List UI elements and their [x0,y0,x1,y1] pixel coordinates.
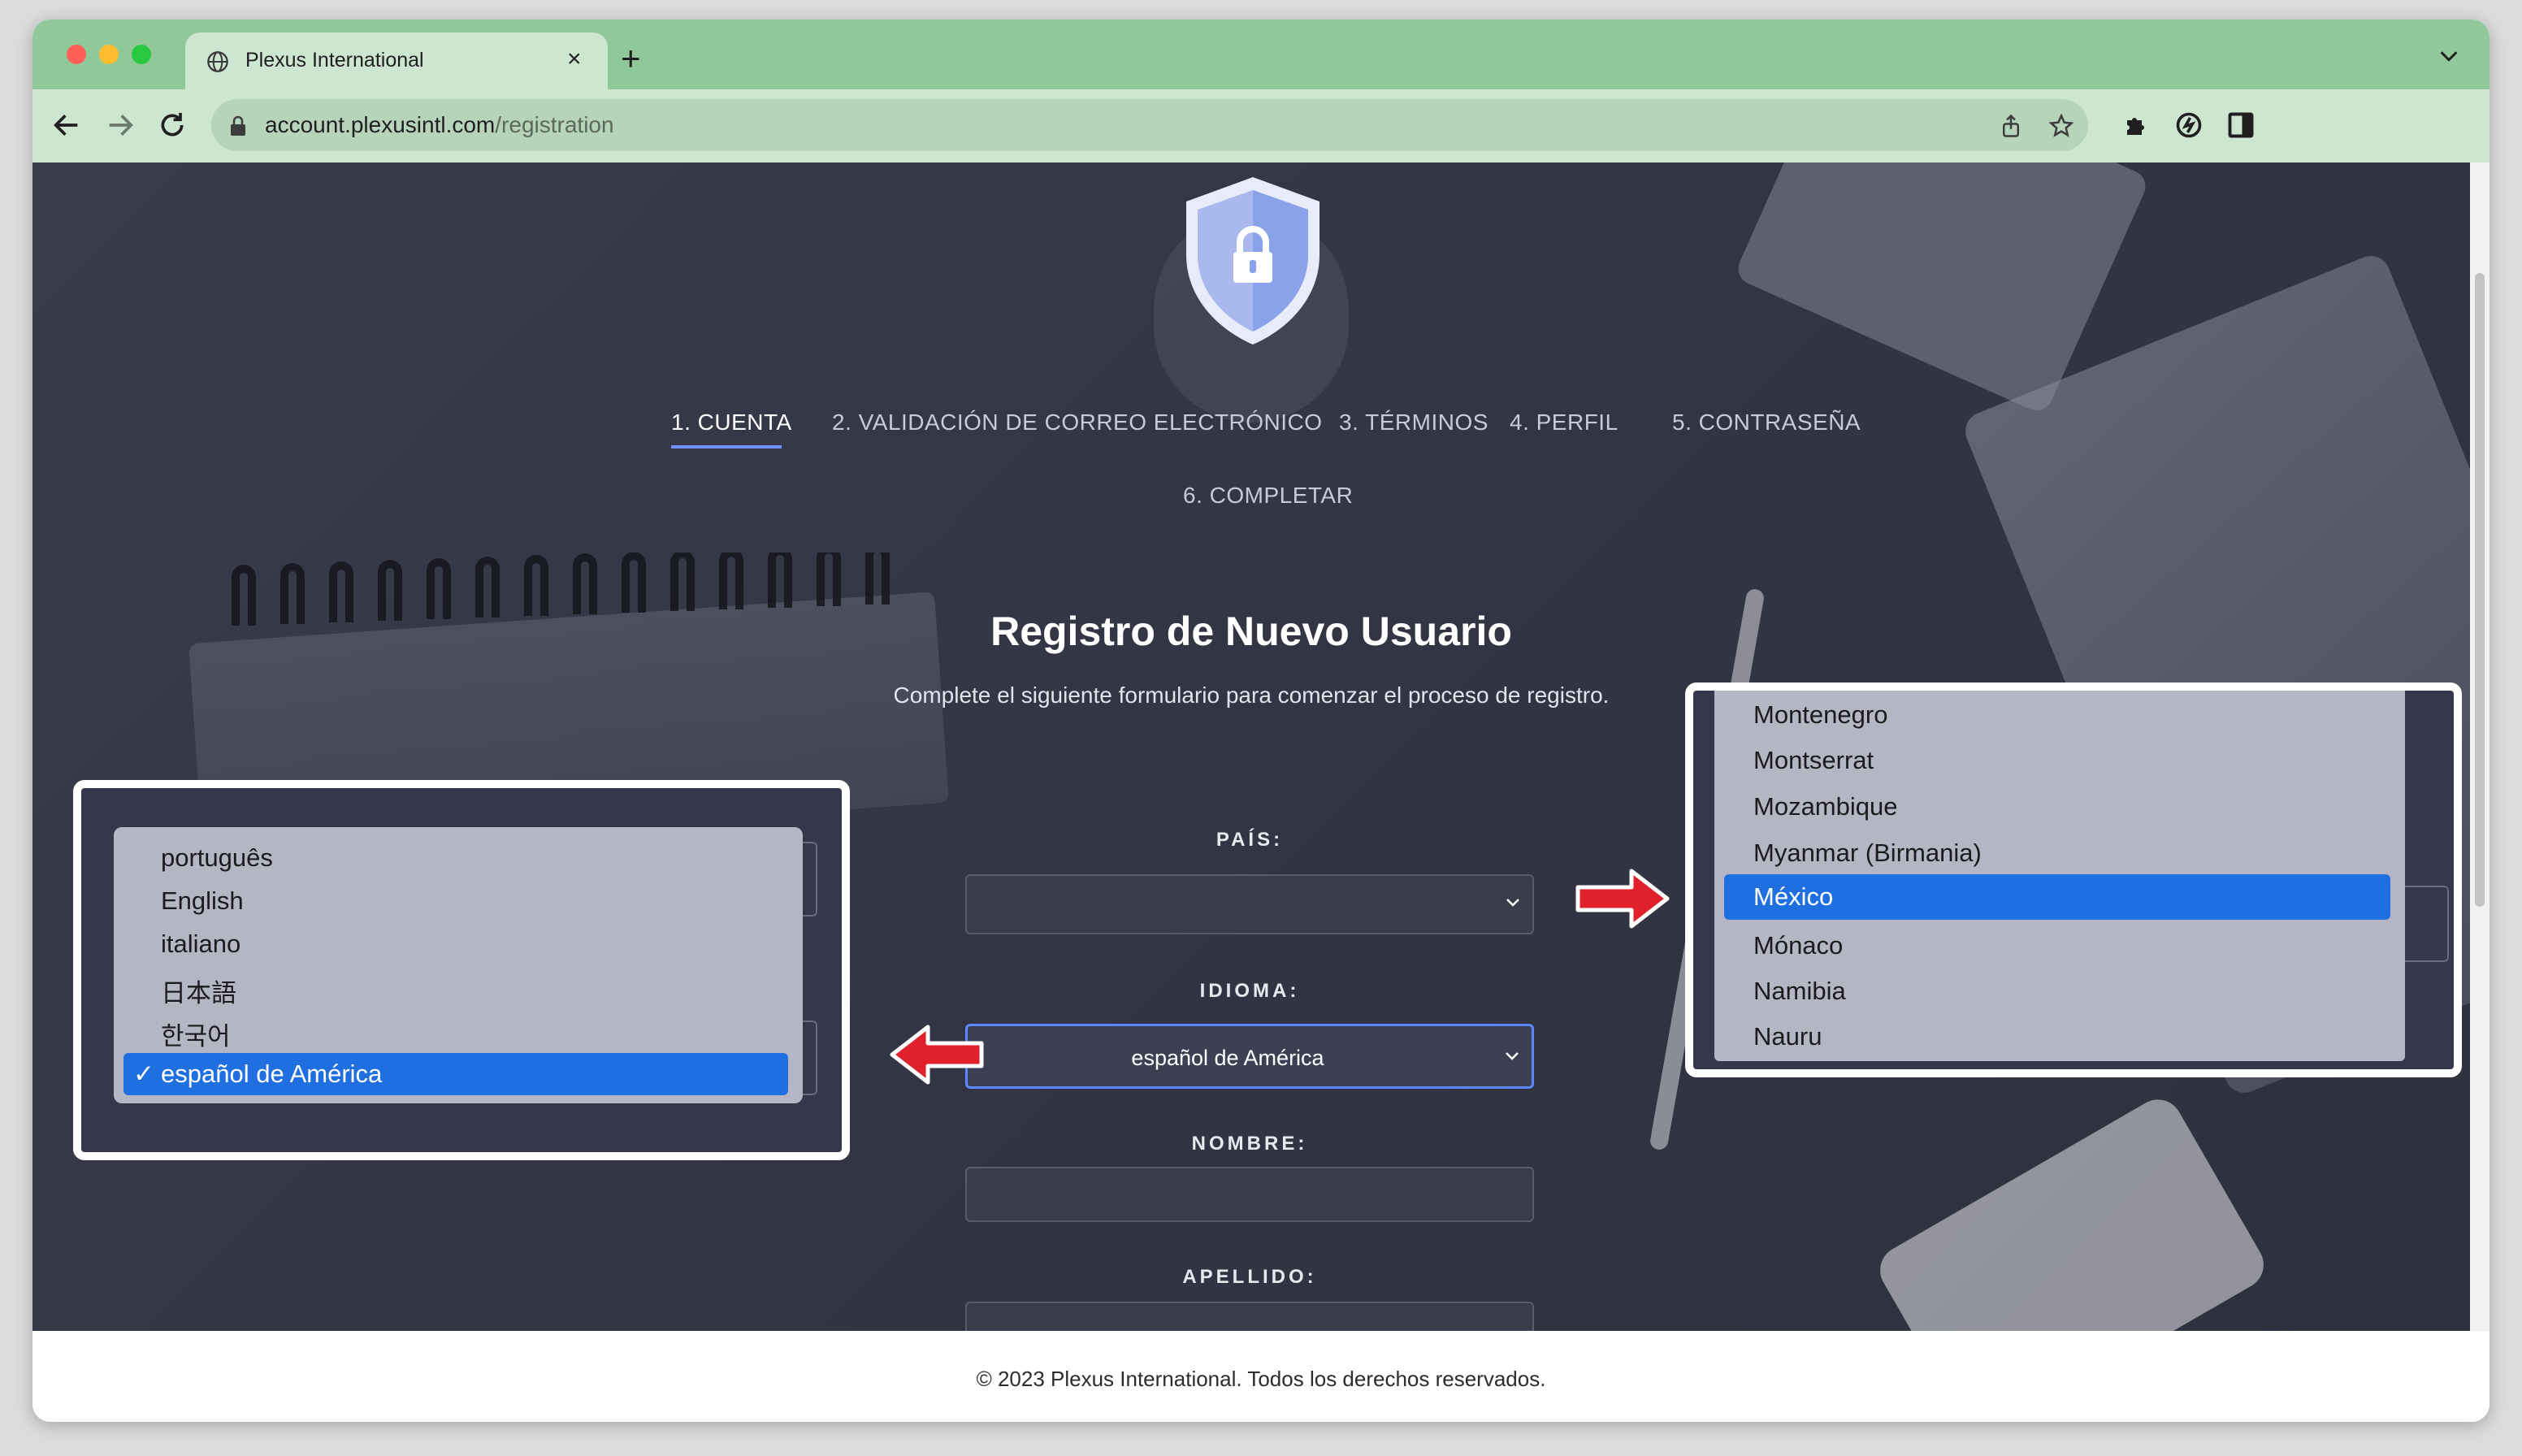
last-name-input[interactable] [965,1302,1534,1331]
page-scrollbar[interactable] [2470,162,2490,1331]
language-label: IDIOMA: [1199,980,1300,1002]
shield-lock-logo [1186,177,1320,344]
registration-title: Registro de Nuevo Usuario [990,609,1512,654]
country-dropdown-callout: Montenegro Montserrat Mozambique Myanmar… [1685,682,2462,1077]
country-option[interactable]: Mozambique [1753,792,1897,821]
address-bar[interactable]: account.plexusintl.com/registration [211,99,2088,151]
tab-title: Plexus International [245,49,424,72]
language-option[interactable]: English [161,886,244,916]
country-option-selected[interactable]: México [1724,874,2390,920]
right-arrow-icon [1575,869,1670,929]
country-option[interactable]: Myanmar (Birmania) [1753,838,1982,868]
step-profile[interactable]: 4. PERFIL [1510,410,1618,436]
browser-toolbar: account.plexusintl.com/registration [32,89,2490,162]
language-option-selected[interactable]: ✓ español de América [124,1053,788,1095]
url-text: account.plexusintl.com/registration [265,112,614,137]
step-complete[interactable]: 6. COMPLETAR [1183,483,1353,509]
language-dropdown-list[interactable]: português English italiano 日本語 한국어 ✓ esp… [114,827,803,1103]
country-option[interactable]: Nauru [1753,1022,1822,1051]
step-email-validation[interactable]: 2. VALIDACIÓN DE CORREO ELECTRÓNICO [832,410,1323,436]
country-option[interactable]: Mónaco [1753,931,1843,960]
first-name-input[interactable] [965,1167,1534,1222]
close-window-button[interactable] [67,45,86,64]
country-label: PAÍS: [1216,829,1284,851]
forward-arrow-icon[interactable] [104,109,136,141]
back-arrow-icon[interactable] [50,109,83,141]
copyright-text: © 2023 Plexus International. Todos los d… [976,1367,1546,1391]
zoom-window-button[interactable] [132,45,151,64]
language-dropdown-callout: português English italiano 日本語 한국어 ✓ esp… [73,780,850,1160]
browser-window: Plexus International × + account.plexusi… [32,20,2490,1422]
tab-strip: Plexus International × + [32,20,2490,89]
scrollbar-thumb[interactable] [2475,273,2485,907]
country-option[interactable]: Namibia [1753,977,1846,1006]
hero-background: 1. CUENTA 2. VALIDACIÓN DE CORREO ELECTR… [32,162,2470,1331]
language-option[interactable]: 한국어 [161,1016,231,1052]
page-footer: © 2023 Plexus International. Todos los d… [32,1331,2490,1422]
bookmark-star-icon[interactable] [2049,114,2074,138]
lock-icon[interactable] [229,115,247,136]
check-icon: ✓ [133,1060,154,1088]
country-option[interactable]: Montserrat [1753,746,1874,775]
language-option[interactable]: italiano [161,930,240,959]
minimize-window-button[interactable] [99,45,119,64]
language-select[interactable]: español de América [965,1024,1534,1089]
active-step-underline [671,445,782,448]
web-page: 1. CUENTA 2. VALIDACIÓN DE CORREO ELECTR… [32,162,2490,1422]
country-select[interactable] [965,874,1534,934]
browser-tab[interactable]: Plexus International × [185,32,608,89]
chevron-down-icon [1506,1052,1519,1060]
new-tab-button[interactable]: + [621,41,641,76]
tab-close-icon[interactable]: × [567,46,582,73]
step-account[interactable]: 1. CUENTA [671,410,792,436]
country-dropdown-list[interactable]: Montenegro Montserrat Mozambique Myanmar… [1714,691,2405,1061]
step-terms[interactable]: 3. TÉRMINOS [1339,410,1488,436]
language-option[interactable]: 日本語 [161,973,236,1009]
reload-icon[interactable] [156,109,188,141]
country-option[interactable]: Montenegro [1753,700,1887,730]
step-password[interactable]: 5. CONTRASEÑA [1672,410,1861,436]
extensions-puzzle-icon[interactable] [2122,110,2152,140]
share-icon[interactable] [1999,114,2023,138]
first-name-label: NOMBRE: [1191,1133,1308,1155]
globe-icon [207,51,228,72]
side-panel-icon[interactable] [2226,110,2256,140]
left-arrow-icon [890,1025,984,1085]
extension-sync-icon[interactable] [2174,110,2204,140]
tab-search-chevron-icon[interactable] [2438,47,2460,65]
language-option[interactable]: português [161,843,273,873]
chevron-down-icon [1506,899,1519,907]
last-name-label: APELLIDO: [1182,1266,1317,1288]
background-phone [1871,1090,2273,1331]
